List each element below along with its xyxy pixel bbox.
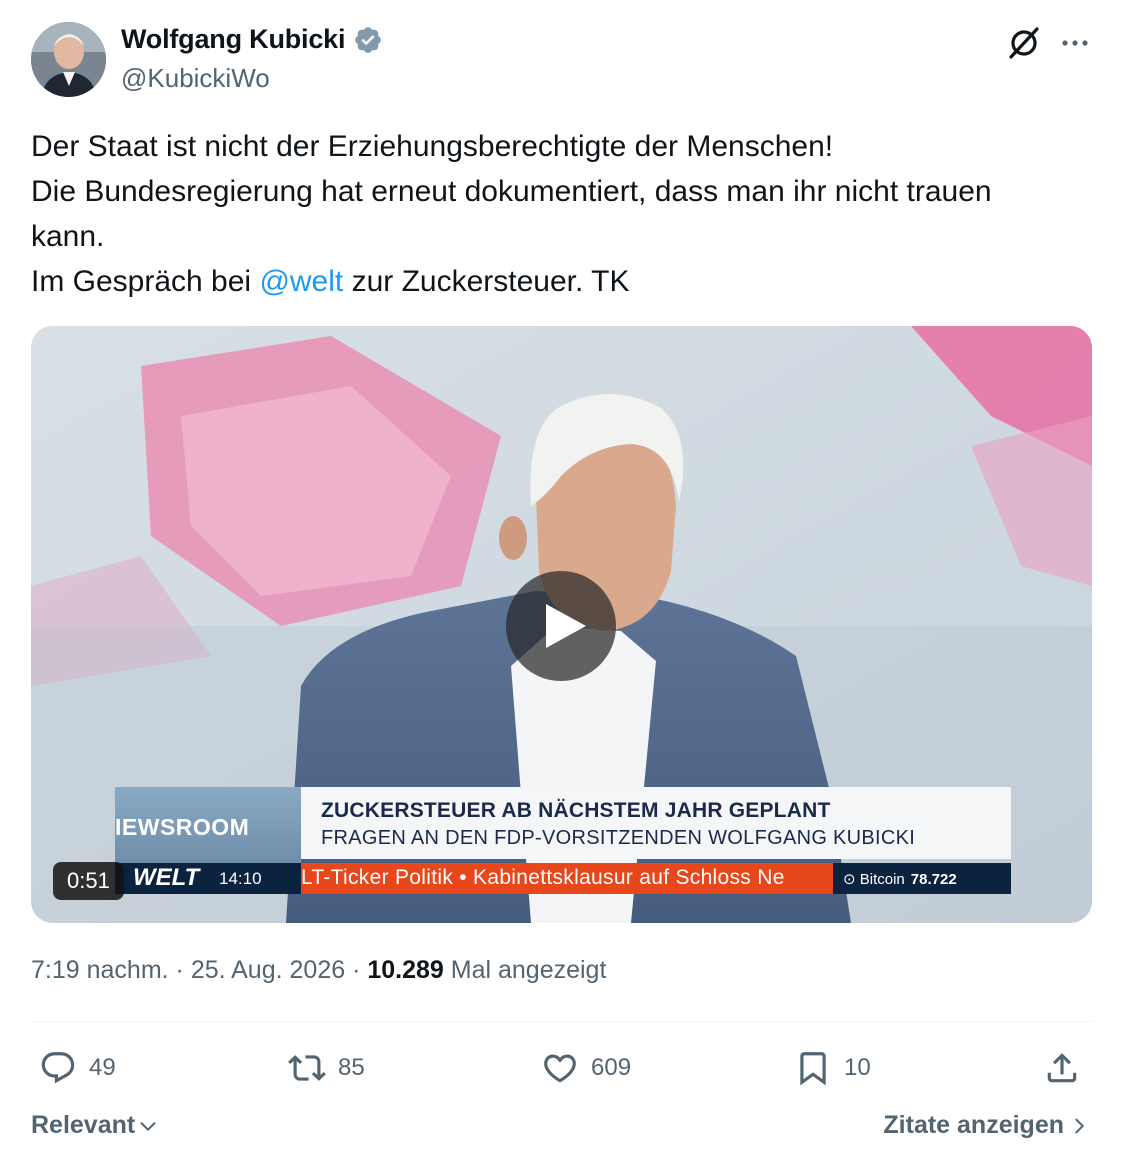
video-player[interactable]: IEWSROOM ZUCKERSTEUER AB NÄCHSTEM JAHR G… [31, 326, 1092, 923]
views-count: 10.289 [367, 956, 444, 984]
avatar[interactable] [31, 22, 106, 97]
bitcoin-value: 78.722 [910, 871, 957, 888]
meta-separator-2: · [345, 956, 368, 984]
news-ticker: WELT 14:10 LT-Ticker Politik • Kabinetts… [115, 863, 1011, 894]
share-icon [1047, 1053, 1077, 1083]
bitcoin-label: Bitcoin [859, 871, 905, 888]
share-button[interactable] [1043, 1047, 1081, 1089]
tweet-time[interactable]: 7:19 nachm. [31, 956, 169, 984]
play-icon [546, 604, 586, 648]
chevron-down-icon [140, 1121, 156, 1131]
sort-replies-dropdown[interactable]: Relevant [31, 1111, 159, 1140]
bookmark-count: 10 [844, 1054, 871, 1081]
heart-icon [544, 1054, 576, 1083]
verified-badge-icon [355, 26, 382, 53]
mention-link[interactable]: @welt [259, 265, 343, 298]
tweet-line-1: Der Staat ist nicht der Erziehungsberech… [31, 130, 834, 163]
video-duration: 0:51 [53, 862, 124, 900]
tweet-line-4: Im Gespräch bei @welt zur Zuckersteuer. … [31, 259, 1101, 304]
retweet-count: 85 [338, 1054, 365, 1081]
more-options-icon[interactable] [1058, 26, 1092, 60]
ticker-bitcoin: ⊙ Bitcoin 78.722 [843, 870, 957, 888]
ticker-time: 14:10 [219, 869, 262, 888]
program-logo-text: IEWSROOM [115, 814, 250, 840]
grok-icon[interactable] [1006, 25, 1042, 61]
bookmark-icon [800, 1052, 826, 1086]
view-quotes-link[interactable]: Zitate anzeigen [883, 1111, 1090, 1140]
video-lower-third: ZUCKERSTEUER AB NÄCHSTEM JAHR GEPLANT FR… [301, 787, 1011, 859]
author-name[interactable]: Wolfgang Kubicki [121, 24, 383, 55]
bitcoin-icon: ⊙ [843, 871, 860, 888]
bookmark-button[interactable]: 10 [794, 1047, 871, 1089]
like-count: 609 [591, 1054, 632, 1081]
retweet-button[interactable]: 85 [288, 1047, 365, 1089]
avatar-image [31, 22, 106, 97]
overlay-subheadline: FRAGEN AN DEN FDP-VORSITZENDEN WOLFGANG … [321, 827, 916, 849]
reply-count: 49 [89, 1054, 116, 1081]
like-button[interactable]: 609 [541, 1047, 631, 1089]
meta-separator-1: · [168, 956, 191, 984]
channel-logo: WELT [133, 864, 200, 891]
overlay-headline: ZUCKERSTEUER AB NÄCHSTEM JAHR GEPLANT [321, 799, 831, 822]
play-button[interactable] [506, 571, 616, 681]
divider [31, 1021, 1092, 1022]
sort-label: Relevant [31, 1111, 136, 1139]
quotes-label: Zitate anzeigen [883, 1111, 1064, 1139]
tweet-meta: 7:19 nachm. · 25. Aug. 2026 · 10.289 Mal… [31, 956, 606, 985]
tweet-line-2: Die Bundesregierung hat erneut dokumenti… [31, 175, 992, 208]
author-name-text[interactable]: Wolfgang Kubicki [121, 24, 345, 55]
chevron-right-icon [1075, 1118, 1084, 1133]
tweet-line-4-suffix: zur Zuckersteuer. TK [343, 265, 630, 298]
tweet-date[interactable]: 25. Aug. 2026 [191, 956, 345, 984]
views-label: Mal angezeigt [443, 956, 607, 984]
ticker-text: LT-Ticker Politik • Kabinettsklausur auf… [301, 866, 785, 889]
reply-button[interactable]: 49 [39, 1047, 116, 1089]
reply-icon [41, 1052, 75, 1084]
tweet-line-3: kann. [31, 220, 105, 253]
tweet-text: Der Staat ist nicht der Erziehungsberech… [31, 124, 1101, 304]
retweet-icon [288, 1055, 326, 1081]
tweet-line-4-prefix: Im Gespräch bei [31, 265, 260, 298]
author-handle[interactable]: @KubickiWo [121, 63, 270, 94]
program-logo-box: IEWSROOM [115, 787, 301, 864]
ticker-headline-box: LT-Ticker Politik • Kabinettsklausur auf… [301, 863, 833, 894]
